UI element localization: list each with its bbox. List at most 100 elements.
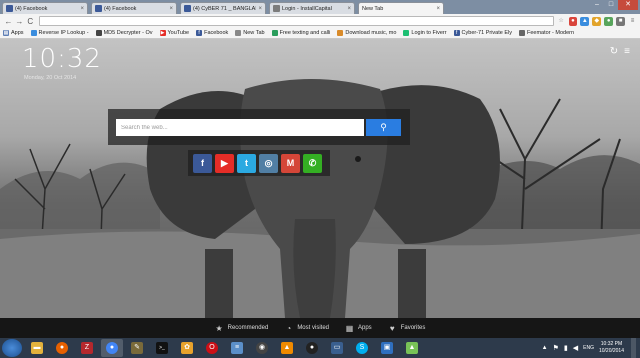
menu-icon[interactable]: ≡: [628, 17, 637, 26]
page-icon: [273, 5, 280, 12]
clock-icon: ◔: [286, 323, 292, 333]
taskbar-app-media[interactable]: ●: [301, 339, 323, 357]
bookmark-fiverr[interactable]: Login to Fiverr: [403, 30, 447, 36]
close-icon[interactable]: ×: [436, 6, 440, 12]
extension-icon[interactable]: ●: [568, 16, 578, 26]
taskbar-app-obs[interactable]: ◉: [251, 339, 273, 357]
network-icon[interactable]: ▮: [564, 344, 568, 352]
maximize-button[interactable]: □: [604, 0, 618, 10]
taskbar-app-explorer[interactable]: ▬: [26, 339, 48, 357]
vlc-icon: ▲: [281, 342, 293, 354]
show-desktop-button[interactable]: [631, 338, 636, 358]
search-input[interactable]: [116, 119, 364, 136]
tray-time: 10:32 PM: [600, 341, 623, 347]
security-icon: ▣: [381, 342, 393, 354]
gmail-link[interactable]: M: [281, 153, 300, 173]
filezilla-icon: Z: [81, 342, 93, 354]
globe-icon: [518, 30, 525, 36]
bookmark-reverse-ip[interactable]: Reverse IP Lookup -: [30, 30, 89, 36]
close-icon[interactable]: ×: [347, 6, 351, 12]
tab-facebook-1[interactable]: (4) Facebook ×: [2, 2, 88, 14]
taskbar-app-paint[interactable]: ✿: [176, 339, 198, 357]
taskbar-app-vlc[interactable]: ▲: [276, 339, 298, 357]
tab-title: (4) CyBER 71 _ BANGLADE: [193, 5, 257, 12]
taskbar-app-pen-tool[interactable]: ✎: [126, 339, 148, 357]
apps-icon: ▦: [3, 30, 9, 36]
taskbar-app-opera[interactable]: O: [201, 339, 223, 357]
page-icon: [235, 30, 242, 36]
language-indicator[interactable]: ENG: [583, 345, 594, 351]
search-button[interactable]: ⚲: [366, 119, 401, 136]
terminal-icon: >_: [156, 342, 168, 354]
grid-icon: ▦: [345, 323, 354, 333]
star-icon[interactable]: ☆: [557, 17, 566, 26]
top-right-controls: ↻ ≡: [610, 46, 630, 57]
bookmark-label: Free texting and calli: [279, 30, 331, 36]
close-window-button[interactable]: ✕: [618, 0, 638, 10]
menu-icon[interactable]: ≡: [624, 46, 630, 57]
clock-time: 10:32: [22, 44, 102, 74]
android-icon: ▲: [406, 342, 418, 354]
back-button[interactable]: ←: [3, 16, 14, 27]
twitter-link[interactable]: t: [237, 153, 256, 173]
taskbar-app-monitor[interactable]: ▭: [326, 339, 348, 357]
bookmark-new-tab[interactable]: New Tab: [235, 30, 265, 36]
address-bar[interactable]: [38, 16, 554, 26]
taskbar-app-firefox[interactable]: ●: [51, 339, 73, 357]
bookmark-label: Login to Fiverr: [411, 30, 447, 36]
minimize-button[interactable]: ‒: [590, 0, 604, 10]
volume-icon[interactable]: ◀: [573, 344, 578, 352]
taskbar-app-android[interactable]: ▲: [401, 339, 423, 357]
close-icon[interactable]: ×: [80, 6, 84, 12]
firefox-icon: ●: [56, 342, 68, 354]
skype-icon: S: [356, 342, 368, 354]
bookmark-youtube[interactable]: ▶ YouTube: [159, 30, 189, 36]
nav-favorites[interactable]: ♥ Favorites: [388, 324, 426, 333]
extension-icon[interactable]: ◆: [592, 16, 602, 26]
nav-most-visited[interactable]: ◔ Most visited: [284, 324, 329, 333]
opera-icon: O: [206, 342, 218, 354]
extension-icon[interactable]: ●: [604, 16, 614, 26]
nav-recommended[interactable]: ★ Recommended: [215, 324, 269, 333]
taskbar-app-notepad[interactable]: ≡: [226, 339, 248, 357]
close-icon[interactable]: ×: [258, 6, 262, 12]
taskbar-app-filezilla[interactable]: Z: [76, 339, 98, 357]
facebook-link[interactable]: f: [193, 153, 212, 173]
whatsapp-link[interactable]: ✆: [303, 153, 322, 173]
taskbar-app-skype[interactable]: S: [351, 339, 373, 357]
bookmark-apps[interactable]: ▦ Apps: [3, 30, 24, 36]
taskbar-app-security[interactable]: ▣: [376, 339, 398, 357]
extension-icon[interactable]: ▲: [580, 16, 590, 26]
taskbar-app-chrome[interactable]: ●: [101, 339, 123, 357]
monitor-icon: ▭: [331, 342, 343, 354]
instagram-link[interactable]: ◎: [259, 153, 278, 173]
forward-button[interactable]: →: [14, 16, 25, 27]
browser-toolbar: ← → C ☆ ● ▲ ◆ ● ■ ≡: [0, 14, 640, 28]
taskbar-app-terminal[interactable]: >_: [151, 339, 173, 357]
bookmark-facebook[interactable]: f Facebook: [196, 30, 228, 36]
refresh-icon[interactable]: ↻: [610, 46, 618, 57]
bookmark-download-music[interactable]: Download music, mo: [337, 30, 396, 36]
bookmark-feemator[interactable]: Feemator - Modern: [518, 30, 574, 36]
tab-login-installcapital[interactable]: Login - InstallCapital ×: [269, 2, 355, 14]
chevron-up-icon[interactable]: ▲: [542, 345, 548, 351]
flag-icon[interactable]: ⚑: [553, 344, 559, 352]
start-button[interactable]: [2, 339, 22, 357]
clock-date: Monday, 20 Oct 2014: [24, 75, 77, 81]
close-icon[interactable]: ×: [169, 6, 173, 12]
media-icon: ●: [306, 342, 318, 354]
nav-apps[interactable]: ▦ Apps: [345, 324, 372, 333]
reload-button[interactable]: C: [25, 16, 36, 27]
tab-new-tab[interactable]: New Tab ×: [358, 2, 444, 14]
tray-clock[interactable]: 10:32 PM 10/20/2014: [599, 341, 624, 355]
tab-cyber71[interactable]: (4) CyBER 71 _ BANGLADE ×: [180, 2, 266, 14]
chrome-icon: ●: [106, 342, 118, 354]
tab-facebook-2[interactable]: (4) Facebook ×: [91, 2, 177, 14]
social-links: f ▶ t ◎ M ✆: [188, 150, 330, 176]
bookmark-md5[interactable]: MD5 Decrypter - Ov: [95, 30, 153, 36]
youtube-link[interactable]: ▶: [215, 153, 234, 173]
nav-label: Favorites: [400, 325, 426, 331]
extension-icon[interactable]: ■: [616, 16, 626, 26]
bookmark-cyber71[interactable]: f Cyber-71 Private Ely: [453, 30, 512, 36]
bookmark-free-texting[interactable]: Free texting and calli: [271, 30, 331, 36]
